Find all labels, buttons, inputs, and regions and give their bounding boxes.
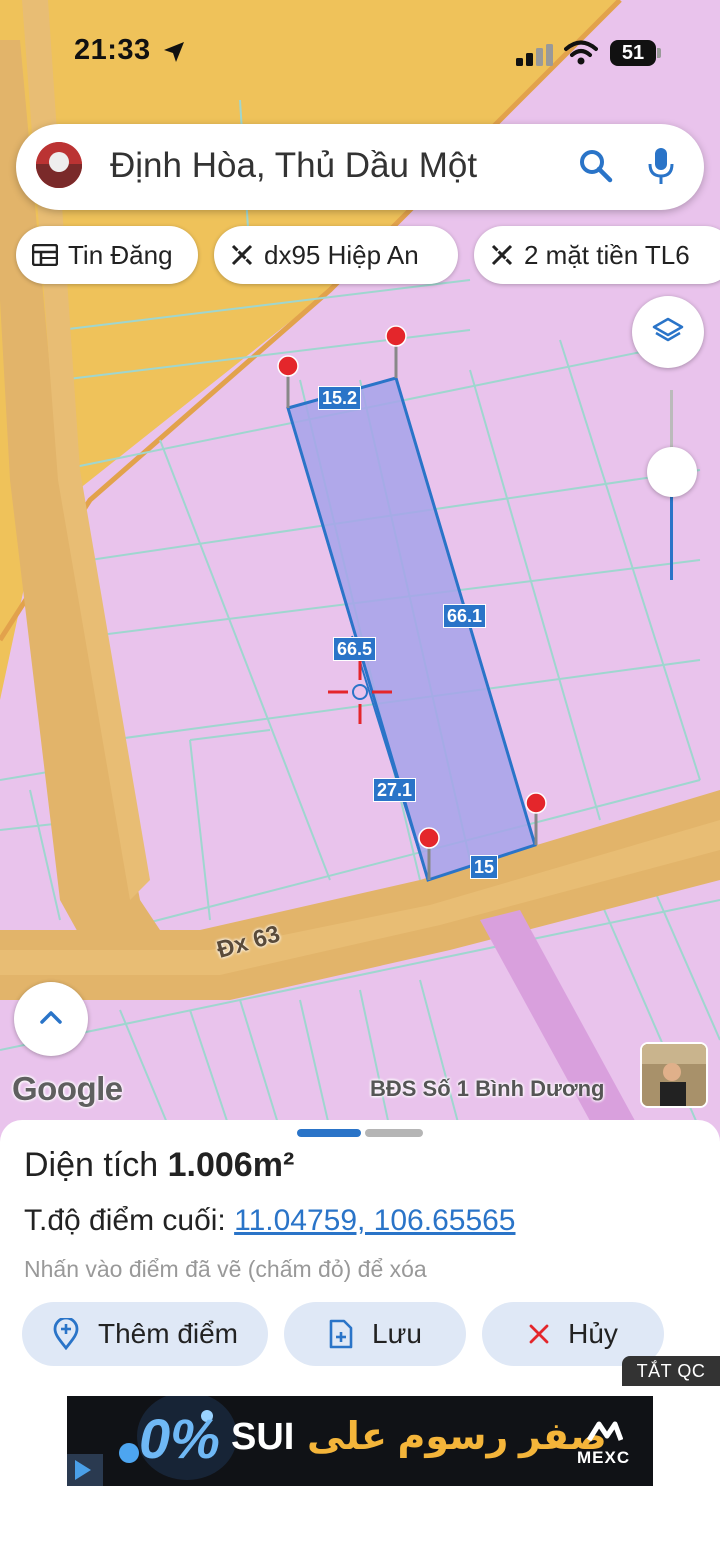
sheet-handle[interactable]	[297, 1129, 361, 1137]
bottom-sheet: Diện tích 1.006m² T.độ điểm cuối: 11.047…	[0, 1120, 720, 1560]
cancel-label: Hủy	[568, 1318, 618, 1349]
location-arrow-icon	[164, 42, 184, 62]
search-query[interactable]: Định Hòa, Thủ Dầu Một	[110, 146, 477, 186]
add-point-button[interactable]: Thêm điểm	[22, 1302, 268, 1366]
coordinate-readout: T.độ điểm cuối: 11.04759, 106.65565	[24, 1204, 516, 1237]
measure-label: 15	[470, 855, 499, 879]
chip-label: Tin Đăng	[68, 239, 173, 270]
chip-label: 2 mặt tiền TL6	[524, 239, 690, 270]
chip-2-mat-tien[interactable]: 2 mặt tiền TL6	[474, 226, 720, 284]
map-attribution: BĐS Số 1 Bình Dương	[370, 1076, 605, 1101]
listing-icon	[32, 244, 58, 266]
hint-text: Nhấn vào điểm đã vẽ (chấm đỏ) để xóa	[24, 1256, 427, 1282]
measure-label: 15.2	[318, 386, 362, 410]
save-button[interactable]: Lưu	[284, 1302, 466, 1366]
add-location-icon	[53, 1318, 79, 1350]
signal-icon	[516, 44, 553, 66]
battery-icon: 51	[610, 40, 656, 66]
add-point-label: Thêm điểm	[97, 1318, 239, 1349]
measure-label: 27.1	[373, 778, 417, 802]
ruler-icon	[231, 244, 253, 266]
sheet-handle-secondary[interactable]	[365, 1129, 423, 1137]
chip-label: dx95 Hiệp An	[264, 239, 419, 270]
coordinate-link[interactable]: 11.04759, 106.65565	[234, 1204, 515, 1237]
wifi-icon	[564, 40, 598, 65]
search-bar[interactable]: Định Hòa, Thủ Dầu Một	[16, 124, 704, 210]
search-icon[interactable]	[578, 148, 614, 184]
chip-tin-dang[interactable]: Tin Đăng	[16, 226, 198, 284]
clock: 21:33	[74, 34, 151, 66]
add-file-icon	[329, 1319, 353, 1349]
area-value: 1.006m²	[167, 1146, 295, 1184]
battery-tip	[657, 48, 661, 58]
save-label: Lưu	[372, 1318, 422, 1349]
ad-brand: SUI	[231, 1416, 295, 1458]
microphone-icon[interactable]	[646, 146, 676, 186]
ad-percent: 0%	[139, 1407, 220, 1470]
user-photo-thumbnail[interactable]	[640, 1042, 708, 1108]
avatar[interactable]	[36, 142, 82, 188]
status-bar: 21:33 51	[0, 0, 720, 100]
measure-label: 66.5	[333, 637, 377, 661]
zoom-slider-thumb[interactable]	[647, 447, 697, 497]
layers-icon	[652, 317, 684, 342]
layers-button[interactable]	[632, 296, 704, 368]
google-logo: Google	[12, 1070, 123, 1107]
chevron-up-icon	[40, 1011, 62, 1024]
ad-arabic-text: صفر رسوم على	[307, 1416, 607, 1458]
ad-advertiser: MEXC	[577, 1448, 631, 1467]
expand-up-button[interactable]	[14, 982, 88, 1056]
close-ad-button[interactable]: TẮT QC	[622, 1356, 720, 1386]
mexc-logo-icon	[587, 1421, 623, 1442]
ad-banner[interactable]: 0% SUI صفر رسوم على MEXC	[67, 1396, 653, 1486]
measure-label: 66.1	[443, 604, 487, 628]
area-readout: Diện tích 1.006m²	[24, 1146, 295, 1184]
close-icon	[529, 1324, 549, 1344]
chip-dx95-hiep-an[interactable]: dx95 Hiệp An	[214, 226, 458, 284]
ruler-icon	[491, 244, 513, 266]
